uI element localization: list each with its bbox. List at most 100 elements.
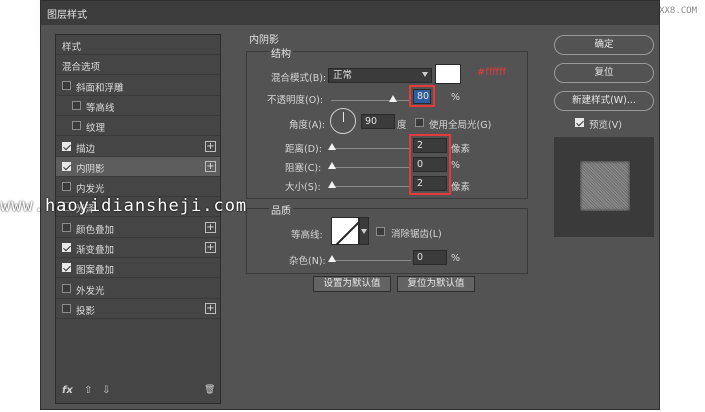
reset-default-button[interactable]: 复位为默认值: [397, 276, 475, 292]
style-checkbox[interactable]: [72, 100, 81, 110]
style-list-item[interactable]: 颜色叠加 +: [56, 218, 220, 238]
distance-slider-knob[interactable]: [328, 143, 336, 150]
angle-unit: 度: [397, 120, 407, 131]
style-checkbox[interactable]: [62, 141, 71, 151]
chevron-down-icon: [361, 229, 367, 234]
style-list-item[interactable]: 混合选项: [56, 55, 220, 76]
move-up-icon[interactable]: ⇧: [84, 385, 92, 396]
style-list-item[interactable]: 内阴影 +: [56, 156, 220, 177]
style-list-label: 投影: [76, 305, 96, 317]
style-checkbox[interactable]: [62, 243, 71, 252]
style-list-label: 外发光: [76, 285, 105, 297]
style-list-item[interactable]: 纹理: [56, 116, 220, 137]
contour-preview[interactable]: [331, 217, 359, 245]
opacity-label: 不透明度(O):: [267, 95, 324, 106]
style-list-item[interactable]: 图案叠加: [56, 258, 220, 279]
style-list-label: 样式: [62, 42, 82, 53]
preview-checkbox[interactable]: [575, 118, 584, 127]
section-title: 内阴影: [249, 35, 279, 46]
style-list-toolbar: fx ⇧ ⇩ 🗑: [56, 381, 220, 403]
style-list-item[interactable]: 投影 +: [56, 299, 220, 319]
blend-mode-label: 混合模式(B):: [271, 73, 327, 84]
global-light-checkbox[interactable]: [415, 118, 424, 127]
size-slider-knob[interactable]: [328, 181, 336, 188]
style-list-label: 纹理: [86, 123, 106, 135]
reset-button[interactable]: 复位: [554, 63, 654, 83]
style-list-label: 描边: [76, 143, 96, 155]
style-list-item[interactable]: 斜面和浮雕: [56, 76, 220, 96]
style-list-label: 内发光: [76, 184, 105, 196]
quality-title: 品质: [269, 202, 293, 217]
ok-button[interactable]: 确定: [554, 35, 654, 55]
style-list-item[interactable]: 外发光: [56, 279, 220, 299]
style-list-item[interactable]: 渐变叠加 +: [56, 238, 220, 258]
noise-unit: %: [451, 253, 461, 264]
opacity-highlight-box: [409, 85, 435, 107]
angle-input[interactable]: 90: [361, 114, 395, 129]
antialias-checkbox[interactable]: [376, 227, 385, 236]
style-list-label: 内阴影: [76, 163, 105, 175]
fx-icon[interactable]: fx: [62, 385, 73, 396]
noise-label: 杂色(N):: [289, 256, 326, 267]
style-list-label: 图案叠加: [76, 265, 115, 277]
contour-dropdown[interactable]: [359, 217, 369, 245]
style-list-item[interactable]: 等高线: [56, 96, 220, 116]
noise-slider[interactable]: [331, 260, 411, 261]
global-light-label: 使用全局光(G): [429, 120, 492, 131]
style-preview-swatch: [580, 161, 630, 211]
add-effect-icon[interactable]: +: [205, 160, 216, 172]
noise-slider-knob[interactable]: [328, 255, 336, 262]
style-checkbox[interactable]: [62, 283, 71, 293]
style-checkbox[interactable]: [62, 303, 71, 313]
structure-title: 结构: [269, 45, 293, 60]
opacity-slider-knob[interactable]: [389, 95, 398, 102]
style-checkbox[interactable]: [62, 182, 71, 192]
title-bar[interactable]: 图层样式: [41, 1, 659, 25]
structure-values-highlight-box: [409, 134, 451, 195]
style-checkbox[interactable]: [62, 263, 71, 273]
color-note: #ffffff: [477, 67, 507, 78]
add-effect-icon[interactable]: +: [205, 242, 216, 253]
contour-label: 等高线:: [291, 230, 323, 241]
style-checkbox[interactable]: [72, 121, 81, 131]
chevron-down-icon: [422, 72, 428, 77]
style-list-item[interactable]: 描边 +: [56, 137, 220, 157]
style-preview: [554, 137, 654, 237]
style-checkbox[interactable]: [62, 161, 71, 171]
style-checkbox[interactable]: [62, 222, 71, 232]
preview-label: 预览(V): [589, 120, 622, 131]
choke-slider[interactable]: [331, 167, 411, 168]
trash-icon[interactable]: 🗑: [204, 385, 215, 395]
size-label: 大小(S):: [285, 182, 321, 193]
shadow-color-swatch[interactable]: [435, 64, 461, 84]
choke-label: 阻塞(C):: [285, 163, 322, 174]
size-unit: 像素: [451, 182, 471, 193]
distance-label: 距离(D):: [285, 144, 322, 155]
blend-mode-select[interactable]: 正常: [328, 68, 432, 83]
add-effect-icon[interactable]: +: [205, 221, 216, 233]
site-watermark: www.haoyidiansheji.com: [0, 196, 248, 216]
choke-slider-knob[interactable]: [328, 162, 336, 169]
dialog-title: 图层样式: [47, 10, 87, 21]
choke-unit: %: [451, 160, 461, 171]
style-list-label: 等高线: [86, 102, 115, 114]
add-effect-icon[interactable]: +: [205, 140, 216, 152]
new-style-button[interactable]: 新建样式(W)...: [554, 91, 654, 111]
style-list-item[interactable]: 内发光: [56, 177, 220, 198]
add-effect-icon[interactable]: +: [205, 302, 216, 314]
angle-dial[interactable]: [330, 108, 356, 134]
noise-input[interactable]: 0: [413, 250, 447, 265]
style-list-label: 斜面和浮雕: [76, 82, 124, 94]
move-down-icon[interactable]: ⇩: [102, 385, 110, 396]
set-default-button[interactable]: 设置为默认值: [313, 276, 391, 292]
style-list-label: 渐变叠加: [76, 245, 115, 256]
style-checkbox[interactable]: [62, 80, 71, 90]
size-slider[interactable]: [331, 186, 411, 187]
style-list-item[interactable]: 样式: [56, 35, 220, 55]
distance-slider[interactable]: [331, 148, 411, 149]
style-list-label: 混合选项: [62, 62, 101, 74]
opacity-unit: %: [451, 92, 461, 103]
antialias-label: 消除锯齿(L): [391, 229, 442, 240]
style-list-label: 颜色叠加: [76, 224, 115, 236]
distance-unit: 像素: [451, 144, 471, 155]
